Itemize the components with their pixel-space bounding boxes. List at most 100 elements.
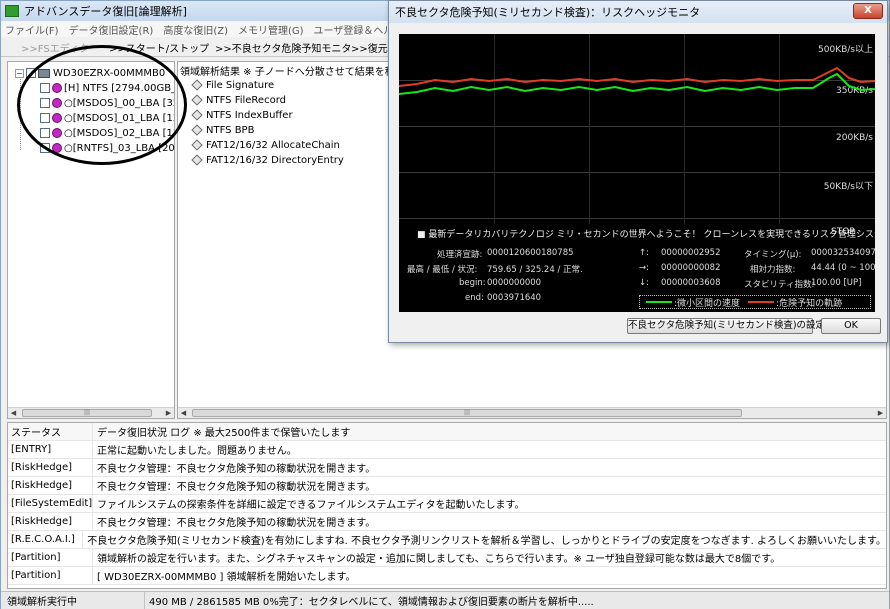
menu-file[interactable]: ファイル(F) bbox=[5, 22, 59, 37]
log-row[interactable]: [Partition] [ WD30EZRX-00MMMB0 ] 領域解析を開始… bbox=[8, 567, 886, 585]
partition-icon bbox=[52, 143, 62, 153]
tree-item-label: [H] NTFS [2794.00GB_0c bbox=[64, 82, 175, 94]
log-message: [ WD30EZRX-00MMMB0 ] 領域解析を開始いたします。 bbox=[97, 572, 356, 583]
stat-value: 0000325340972 bbox=[811, 248, 875, 258]
log-row[interactable]: [Partition] 領域解析の設定を行います。また、シグネチャスキャンの設定… bbox=[8, 549, 886, 567]
log-row[interactable]: [RiskHedge] 不良セクタ管理：不良セクタ危険予知の稼動状況を開きます。 bbox=[8, 459, 886, 477]
log-status: [ENTRY] bbox=[8, 441, 93, 458]
stat-label: begin: bbox=[459, 278, 486, 288]
result-item[interactable]: NTFS FileRecord bbox=[191, 93, 286, 107]
tree-item-label: ○[MSDOS]_01_LBA [128 bbox=[64, 112, 175, 124]
menu-recovery-settings[interactable]: データ復旧設定(R) bbox=[69, 22, 154, 37]
monitor-titlebar: 不良セクタ危険予知(ミリセカンド検査)：リスクヘッジモニタ bbox=[389, 1, 887, 23]
tree-root-label: WD30EZRX-00MMMB0 bbox=[53, 67, 166, 79]
speed-graph bbox=[399, 66, 875, 95]
scroll-thumb[interactable]: ||| bbox=[192, 409, 742, 417]
tree-item[interactable]: ○[MSDOS]_02_LBA [133 bbox=[40, 126, 174, 140]
checkbox[interactable] bbox=[40, 113, 50, 123]
stat-label: タイミング(μ): bbox=[744, 250, 802, 260]
diamond-icon bbox=[191, 139, 203, 151]
log-message: 不良セクタ管理：不良セクタ危険予知の稼動状況を開きます。 bbox=[97, 518, 376, 529]
stat-value: 0000120600180785 bbox=[487, 248, 574, 258]
stat-value: 00000002952 bbox=[661, 248, 721, 258]
log-row[interactable]: [ENTRY] 正常に起動いたしました。問題ありません。 bbox=[8, 441, 886, 459]
log-row[interactable]: [RiskHedge] 不良セクタ管理：不良セクタ危険予知の稼動状況を開きます。 bbox=[8, 513, 886, 531]
menu-memory[interactable]: メモリ管理(G) bbox=[238, 22, 304, 37]
stat-value: 00000000082 bbox=[661, 263, 721, 273]
tree-connector bbox=[20, 76, 21, 150]
log-header-status: ステータス bbox=[8, 423, 93, 440]
status-progress: 490 MB / 2861585 MB 0%完了：セクタレベルにて、領域情報およ… bbox=[149, 597, 594, 608]
checkbox[interactable] bbox=[40, 128, 50, 138]
tree-item[interactable]: ○[MSDOS]_00_LBA [32] bbox=[40, 96, 175, 110]
result-item-label: NTFS BPB bbox=[206, 124, 255, 136]
result-item-label: FAT12/16/32 DirectoryEntry bbox=[206, 154, 344, 166]
tree-item[interactable]: ○[MSDOS]_01_LBA [128 bbox=[40, 111, 175, 125]
collapse-icon[interactable]: − bbox=[15, 68, 24, 78]
log-panel: ステータス データ復旧状況 ログ ※ 最大2500件まで保管いたします [ENT… bbox=[7, 422, 887, 589]
app-title: アドバンスデータ復旧[論理解析] bbox=[24, 5, 187, 18]
legend-red-swatch bbox=[748, 301, 775, 303]
risk-hedge-monitor-window: 不良セクタ危険予知(ミリセカンド検査)：リスクヘッジモニタ X 500KB/s以… bbox=[388, 0, 888, 343]
result-item[interactable]: NTFS BPB bbox=[191, 123, 255, 137]
log-row[interactable]: [RiskHedge] 不良セクタ管理：不良セクタ危険予知の稼動状況を開きます。 bbox=[8, 477, 886, 495]
tree-horizontal-scrollbar[interactable]: ◀ ||| ▶ bbox=[8, 407, 174, 418]
log-message: 不良セクタ危険予知(ミリセカンド検査)を有効にしますね. 不良セクタ予測リンクリ… bbox=[87, 536, 886, 547]
checkbox[interactable] bbox=[26, 68, 36, 78]
close-button[interactable]: X bbox=[853, 3, 883, 19]
checkbox[interactable] bbox=[40, 98, 50, 108]
log-row[interactable]: [R.E.C.O.A.I.] 不良セクタ危険予知(ミリセカンド検査)を有効にしま… bbox=[8, 531, 886, 549]
scroll-left-icon[interactable]: ◀ bbox=[178, 408, 189, 418]
partition-icon bbox=[52, 98, 62, 108]
result-item[interactable]: File Signature bbox=[191, 78, 274, 92]
result-item[interactable]: FAT12/16/32 DirectoryEntry bbox=[191, 153, 344, 167]
log-status: [FileSystemEdit] bbox=[8, 495, 93, 512]
result-item[interactable]: NTFS IndexBuffer bbox=[191, 108, 293, 122]
result-item-label: FAT12/16/32 AllocateChain bbox=[206, 139, 340, 151]
stat-value: 0000000000 bbox=[487, 278, 542, 288]
stat-value: 00000003608 bbox=[661, 278, 721, 288]
tree-item[interactable]: [H] NTFS [2794.00GB_0c bbox=[40, 81, 175, 95]
log-message: ファイルシステムの探索条件を詳細に設定できるファイルシステムエディタを起動いたし… bbox=[97, 500, 525, 511]
diamond-icon bbox=[191, 154, 203, 166]
ok-button[interactable]: OK bbox=[821, 318, 881, 334]
legend-green-swatch bbox=[646, 301, 672, 303]
micro-speed-line bbox=[399, 72, 875, 95]
welcome-text: ■ 最新データリカバリテクノロジ ミリ・セカンドの世界へようこそ！ クローンレス… bbox=[417, 230, 875, 240]
log-status: [R.E.C.O.A.I.] bbox=[8, 531, 84, 548]
log-status: [RiskHedge] bbox=[8, 513, 93, 530]
scroll-right-icon[interactable]: ▶ bbox=[875, 408, 886, 418]
fs-editor-button[interactable]: >>FSエディタ bbox=[21, 40, 89, 55]
start-stop-button[interactable]: >>スタート/ストップ bbox=[109, 40, 209, 55]
scroll-left-icon[interactable]: ◀ bbox=[8, 408, 19, 418]
result-item[interactable]: FAT12/16/32 AllocateChain bbox=[191, 138, 340, 152]
diamond-icon bbox=[191, 109, 203, 121]
results-horizontal-scrollbar[interactable]: ◀ ||| ▶ bbox=[178, 407, 886, 418]
log-message: 不良セクタ管理：不良セクタ危険予知の稼動状況を開きます。 bbox=[97, 482, 376, 493]
bad-sector-settings-button[interactable]: 不良セクタ危険予知(ミリセカンド検査)の設定 bbox=[627, 318, 825, 334]
log-message: 領域解析の設定を行います。また、シグネチャスキャンの設定・追加に関しましても、こ… bbox=[97, 554, 781, 565]
stat-label: スタビリティ指数: bbox=[744, 280, 815, 290]
stat-label: →: bbox=[639, 263, 649, 273]
status-state: 領域解析実行中 bbox=[1, 592, 145, 609]
menu-advanced-recovery[interactable]: 高度な復旧(Z) bbox=[163, 22, 228, 37]
checkbox[interactable] bbox=[40, 83, 50, 93]
bad-sector-monitor-button[interactable]: >>不良セクタ危険予知モニタ bbox=[215, 40, 351, 55]
diamond-icon bbox=[191, 94, 203, 106]
scroll-right-icon[interactable]: ▶ bbox=[163, 408, 174, 418]
legend-red-label: :危険予知の軌跡 bbox=[776, 298, 843, 309]
log-row[interactable]: [FileSystemEdit] ファイルシステムの探索条件を詳細に設定できるフ… bbox=[8, 495, 886, 513]
stat-label: 処理済宣跡: bbox=[437, 250, 483, 260]
stat-value: 0003971640 bbox=[487, 293, 542, 303]
tree-item-label: ○[MSDOS]_00_LBA [32] bbox=[64, 97, 175, 109]
result-item-label: NTFS IndexBuffer bbox=[206, 109, 293, 121]
tree-root[interactable]: − WD30EZRX-00MMMB0 bbox=[15, 66, 165, 80]
stat-label: ↓: bbox=[639, 278, 649, 288]
stop-button[interactable]: STOP bbox=[831, 227, 855, 237]
stat-label: ↑: bbox=[639, 248, 649, 258]
tree-item[interactable]: ○[RNTFS]_03_LBA [2048 bbox=[40, 141, 174, 155]
checkbox[interactable] bbox=[40, 143, 50, 153]
scroll-thumb[interactable]: ||| bbox=[22, 409, 152, 417]
log-status: [RiskHedge] bbox=[8, 477, 93, 494]
result-item-label: NTFS FileRecord bbox=[206, 94, 286, 106]
